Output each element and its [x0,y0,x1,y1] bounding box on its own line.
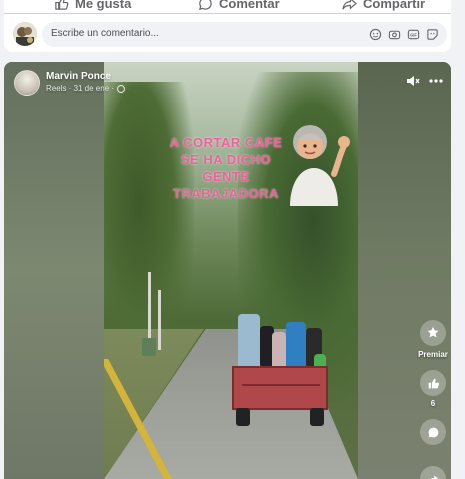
like-button[interactable]: Me gusta [54,0,131,12]
premiar-button[interactable] [420,320,446,346]
video-scene-person [238,314,260,370]
video-scene-truck-bed [232,366,328,410]
post-meta-text[interactable]: Reels · 31 de ene · [46,84,114,93]
share-icon [342,0,357,9]
thumbs-up-icon [428,378,439,388]
user-avatar[interactable] [13,22,37,46]
award-icon [427,326,439,338]
video-scene-wheel [310,408,324,426]
video-scene-pole [158,290,161,350]
video-player[interactable]: A CORTAR CAFE SE HA DICHO GENTE TRABAJAD… [104,62,358,479]
reel-post[interactable]: A CORTAR CAFE SE HA DICHO GENTE TRABAJAD… [4,62,451,479]
premiar-label: Premiar [418,350,448,359]
share-button[interactable]: Compartir [342,0,425,12]
like-label: Me gusta [75,0,132,11]
svg-text:GIF: GIF [410,33,417,38]
camera-icon[interactable] [388,28,401,41]
post-action-bar: Me gusta Comentar Compartir [4,0,451,14]
reel-comment-button[interactable] [420,419,446,445]
share-label: Compartir [363,0,426,11]
comment-bubble-icon [428,427,438,437]
gif-icon[interactable]: GIF [407,28,420,41]
video-scene-person [286,322,306,370]
reel-like-button[interactable] [420,370,446,396]
video-scene-truck [232,314,328,434]
author-name[interactable]: Marvin Ponce [46,71,111,82]
globe-icon [117,84,126,93]
video-blur-backdrop-left [4,62,104,479]
waving-avatar-sticker [290,125,350,206]
avatar-image [13,22,37,46]
mute-icon[interactable] [406,74,420,88]
post-meta: Reels · 31 de ene · [46,84,126,93]
comment-label: Comentar [219,0,280,11]
comment-composer: Escribe un comentario... GIF [13,22,447,48]
video-blur-backdrop-right [358,62,451,479]
comment-icon [199,0,212,10]
share-arrow-icon [429,474,439,479]
video-scene-wheel [236,408,250,426]
comment-input[interactable]: Escribe un comentario... GIF [42,22,447,47]
author-avatar[interactable] [14,70,40,96]
comment-button[interactable]: Comentar [198,0,280,12]
thumbs-up-icon [55,0,69,10]
more-icon[interactable] [428,74,444,88]
previous-post-footer: Me gusta Comentar Compartir Escribe un c… [4,0,451,52]
comment-tools: GIF [369,28,439,41]
emoji-icon[interactable] [369,28,382,41]
like-count: 6 [430,399,436,408]
sticker-icon[interactable] [426,28,439,41]
comment-placeholder: Escribe un comentario... [51,28,159,39]
video-scene-vehicle [142,338,156,356]
